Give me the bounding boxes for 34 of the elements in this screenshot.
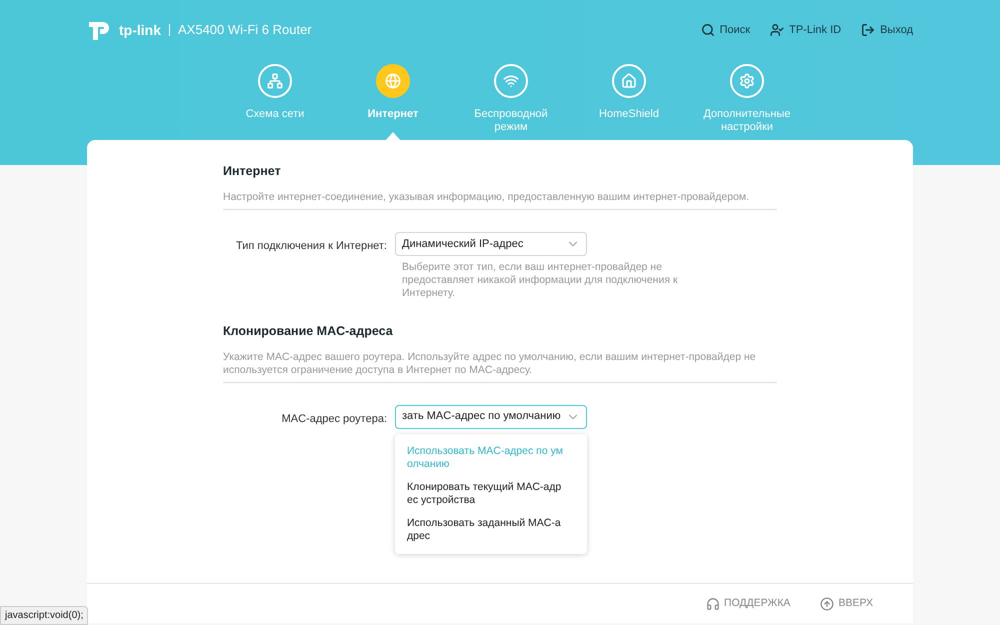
status-bar: javascript:void(0); [0,606,88,625]
field-label: Тип подключения к Интернет: [234,238,387,254]
section-description: Укажите MAC-адрес вашего роутера. Используйте адрес по умолчанию, если вашим интернет-провайдер не используется ограничение доступа в Интернет по MAC-адресу. [223,350,777,382]
headset-icon [706,596,720,610]
nav-tab[interactable]: Беспроводной режим [463,64,559,134]
wifi-icon [494,64,528,98]
field-label: MAC-адрес роутера: [280,412,387,426]
gear-icon [730,64,764,98]
logout-icon [861,23,876,37]
section-title: Интернет [223,163,282,180]
network-icon [258,64,292,98]
header-link[interactable]: Поиск [700,22,750,38]
field-hint: Выберите этот тип, если ваш интернет-провайдер не предоставляет никакой информации для подключения к Интернету. [401,260,679,300]
brand-name: tp-link [119,20,161,40]
dropdown-option[interactable]: Клонировать текущий MAC-адрес устройства [395,476,587,512]
user-icon [770,23,784,37]
nav-tab[interactable]: Схема сети [227,64,323,134]
footer-link[interactable]: ВВЕРХ [820,596,873,612]
arrow-up-icon [820,596,834,610]
section-description: Настройте интернет-соединение, указывая информацию, предоставленную вашим интернет-провайдером. [223,190,777,210]
header-link[interactable]: Выход [861,22,913,38]
house-icon [612,64,646,98]
dropdown-option[interactable]: Использовать заданный MAC-адрес [395,512,587,548]
search-icon [700,23,715,37]
model-name: AX5400 Wi-Fi 6 Router [178,21,312,40]
nav-tab[interactable]: HomeShield [581,64,677,134]
globe-icon [376,64,410,98]
footer-link[interactable]: ПОДДЕРЖКА [706,596,790,612]
select-field[interactable]: Динамический IP-адрес [395,232,587,256]
dropdown-option[interactable]: Использовать MAC-адрес по умолчанию [395,440,587,476]
section-title: Клонирование MAC-адреса [223,322,394,340]
select-field[interactable]: зать MAC-адрес по умолчанию [395,404,587,428]
nav-tab[interactable]: Дополнительные настройки [699,64,795,134]
header-link[interactable]: TP-Link ID [770,22,842,38]
